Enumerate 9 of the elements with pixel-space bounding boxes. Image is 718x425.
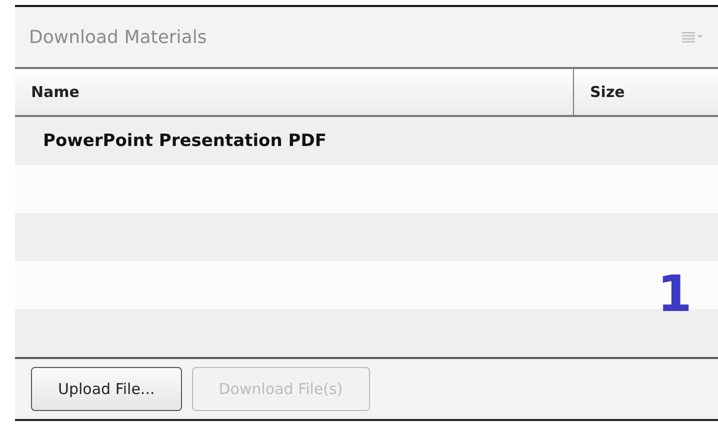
table-row[interactable]: PowerPoint Presentation PDF xyxy=(15,117,718,165)
annotation-number: 1 xyxy=(657,269,692,319)
panel-title: Download Materials xyxy=(29,26,207,48)
menu-icon[interactable] xyxy=(682,31,704,43)
table-row[interactable] xyxy=(15,309,718,357)
upload-button[interactable]: Upload File... xyxy=(31,367,182,411)
column-header[interactable]: Size xyxy=(574,69,718,115)
file-name-cell: PowerPoint Presentation PDF xyxy=(43,131,326,151)
column-header[interactable]: Name xyxy=(15,69,574,115)
